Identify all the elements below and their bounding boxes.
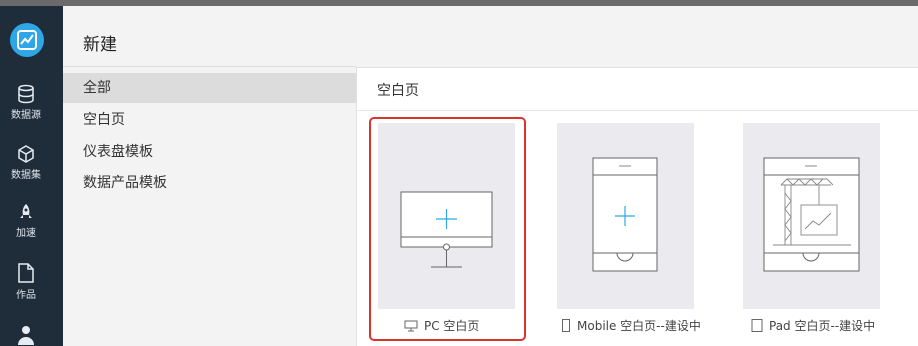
divider <box>356 110 918 111</box>
nav-item-label: 数据产品模板 <box>83 175 167 191</box>
nav-item-data-product-template[interactable]: 数据产品模板 <box>63 168 356 198</box>
rail-item-dataset[interactable]: 数据集 <box>0 144 52 181</box>
category-nav: 新建 全部 空白页 仪表盘模板 数据产品模板 <box>63 6 357 346</box>
rail-item-datasource[interactable]: 数据源 <box>0 84 52 121</box>
chart-logo-icon <box>17 30 37 50</box>
card-caption-mobile[interactable]: Mobile 空白页--建设中 <box>561 317 701 334</box>
nav-item-label: 仪表盘模板 <box>83 144 153 160</box>
card-caption-label: Mobile 空白页--建设中 <box>577 319 701 333</box>
nav-item-dashboard-template[interactable]: 仪表盘模板 <box>63 137 356 167</box>
user-icon <box>18 326 34 345</box>
phone-icon <box>562 319 570 332</box>
template-card-pad[interactable] <box>743 123 880 309</box>
document-icon <box>18 263 34 283</box>
rail-item-accelerate[interactable]: 加速 <box>0 202 52 239</box>
section-title: 空白页 <box>377 83 419 99</box>
nav-item-label: 空白页 <box>83 112 125 128</box>
rail-item-label: 作品 <box>16 290 36 301</box>
nav-item-blank[interactable]: 空白页 <box>63 105 356 135</box>
rail-item-label: 加速 <box>16 228 36 239</box>
selection-highlight <box>369 117 526 341</box>
rocket-icon <box>20 204 32 218</box>
main-header <box>356 6 918 68</box>
icon-rail: 数据源 数据集 加速 作品 <box>0 6 63 346</box>
tablet-construction-illustration <box>763 157 860 272</box>
app-logo[interactable] <box>10 23 44 57</box>
phone-illustration <box>592 157 658 272</box>
cube-icon <box>18 145 34 163</box>
template-card-mobile[interactable] <box>557 123 694 309</box>
rail-item-label: 数据集 <box>11 170 41 181</box>
rail-item-works[interactable]: 作品 <box>0 262 52 301</box>
nav-item-all[interactable]: 全部 <box>63 73 356 103</box>
card-caption-pad[interactable]: Pad 空白页--建设中 <box>751 317 875 334</box>
divider <box>63 66 356 67</box>
tablet-icon <box>751 319 763 332</box>
nav-item-label: 全部 <box>83 80 111 96</box>
page-title: 新建 <box>83 35 117 55</box>
database-icon <box>18 84 34 104</box>
rail-item-label: 数据源 <box>11 110 41 121</box>
rail-item-user[interactable] <box>0 324 52 346</box>
card-caption-label: Pad 空白页--建设中 <box>769 319 876 333</box>
